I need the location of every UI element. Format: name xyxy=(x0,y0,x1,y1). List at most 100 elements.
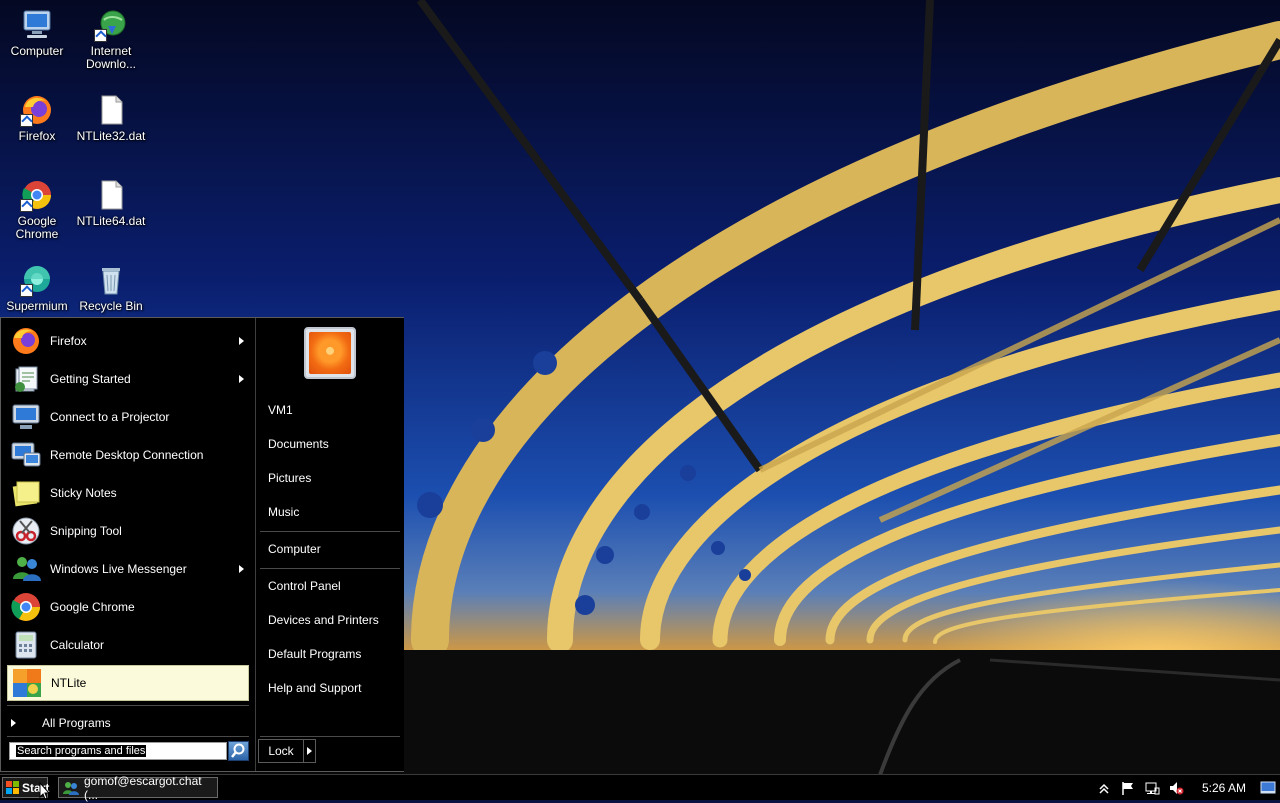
messenger-icon xyxy=(10,553,42,585)
place-music[interactable]: Music xyxy=(268,505,299,521)
start-menu-item-label: Firefox xyxy=(50,334,87,348)
search-button[interactable] xyxy=(228,741,249,761)
shortcut-arrow-icon xyxy=(20,114,33,127)
desktop-icon-label: NTLite32.dat xyxy=(76,129,146,143)
taskbar-clock[interactable]: 5:26 AM xyxy=(1202,781,1246,795)
start-menu-item-getting-started[interactable]: Getting Started xyxy=(7,361,249,397)
projector-icon xyxy=(10,401,42,433)
search-icon xyxy=(231,743,245,758)
all-programs-button[interactable]: All Programs xyxy=(11,714,111,732)
place-user-folder[interactable]: VM1 xyxy=(268,403,293,419)
shortcut-arrow-icon xyxy=(94,29,107,42)
divider xyxy=(260,531,400,532)
start-menu-item-google-chrome[interactable]: Google Chrome xyxy=(7,589,249,625)
place-computer[interactable]: Computer xyxy=(268,542,321,558)
desktop-icon-label: Google Chrome xyxy=(15,214,59,241)
desktop-icon-firefox[interactable]: Firefox xyxy=(1,93,73,143)
ntlite-icon xyxy=(11,667,43,699)
start-menu-item-label: Snipping Tool xyxy=(50,524,122,538)
start-menu-places-pane: VM1 Documents Pictures Music Computer Co… xyxy=(255,318,404,771)
search-placeholder: Search programs and files xyxy=(16,745,147,757)
task-label: gomof@escargot.chat (... xyxy=(84,773,202,802)
snipping-tool-icon xyxy=(10,515,42,547)
start-menu-item-label: Calculator xyxy=(50,638,105,652)
expand-arrow-icon xyxy=(11,719,16,727)
user-avatar[interactable] xyxy=(304,327,356,379)
start-menu-item-label: Remote Desktop Connection xyxy=(50,448,204,462)
start-menu: Firefox Getting Started Connect to a Pro… xyxy=(0,317,404,772)
flower-icon xyxy=(309,332,351,374)
start-menu-item-calculator[interactable]: Calculator xyxy=(7,627,249,663)
desktop-icon-google-chrome[interactable]: Google Chrome xyxy=(1,178,73,241)
start-menu-item-sticky-notes[interactable]: Sticky Notes xyxy=(7,475,249,511)
chevron-up-icon[interactable] xyxy=(1096,780,1112,796)
chrome-icon xyxy=(20,178,54,212)
shutdown-options-arrow-icon[interactable] xyxy=(307,747,312,755)
desktop-icon-label: Firefox xyxy=(18,129,56,143)
submenu-arrow-icon xyxy=(239,375,244,383)
submenu-arrow-icon xyxy=(239,337,244,345)
desktop-icon-label: Supermium xyxy=(6,299,68,313)
start-menu-item-ntlite[interactable]: NTLite xyxy=(7,665,249,701)
sticky-notes-icon xyxy=(10,477,42,509)
desktop-icon-label: Internet Downlo... xyxy=(85,44,137,71)
button-separator xyxy=(303,740,304,762)
desktop-icon-computer[interactable]: Computer xyxy=(1,8,73,58)
globe-download-icon xyxy=(94,8,128,42)
divider xyxy=(7,736,249,737)
divider xyxy=(260,568,400,569)
start-menu-item-label: Google Chrome xyxy=(50,600,135,614)
file-icon xyxy=(94,178,128,212)
supermium-icon xyxy=(20,263,54,297)
messenger-icon xyxy=(62,781,80,795)
calculator-icon xyxy=(10,629,42,661)
start-menu-item-windows-live-messenger[interactable]: Windows Live Messenger xyxy=(7,551,249,587)
lock-label: Lock xyxy=(268,744,294,758)
action-center-flag-icon[interactable] xyxy=(1120,780,1136,796)
place-documents[interactable]: Documents xyxy=(268,437,329,453)
start-menu-item-snipping-tool[interactable]: Snipping Tool xyxy=(7,513,249,549)
network-icon[interactable] xyxy=(1144,780,1160,796)
desktop-icon-label: Computer xyxy=(10,44,64,58)
file-icon xyxy=(94,93,128,127)
desktop-icon-recycle-bin[interactable]: Recycle Bin xyxy=(75,263,147,313)
chrome-icon xyxy=(10,591,42,623)
desktop-icon-label: NTLite64.dat xyxy=(76,214,146,228)
start-menu-programs-pane: Firefox Getting Started Connect to a Pro… xyxy=(1,318,255,771)
place-control-panel[interactable]: Control Panel xyxy=(268,579,341,595)
start-menu-item-remote-desktop-connection[interactable]: Remote Desktop Connection xyxy=(7,437,249,473)
start-menu-item-label: NTLite xyxy=(51,676,87,690)
volume-muted-icon[interactable] xyxy=(1168,780,1184,796)
recycle-bin-icon xyxy=(94,263,128,297)
start-menu-item-label: Getting Started xyxy=(50,372,131,386)
lock-button[interactable]: Lock xyxy=(258,739,316,763)
start-menu-item-label: Connect to a Projector xyxy=(50,410,170,424)
getting-started-icon xyxy=(10,363,42,395)
divider xyxy=(7,705,249,706)
place-devices-and-printers[interactable]: Devices and Printers xyxy=(268,613,379,629)
firefox-icon xyxy=(20,93,54,127)
shortcut-arrow-icon xyxy=(20,284,33,297)
show-desktop-icon[interactable] xyxy=(1260,780,1276,796)
start-menu-item-connect-to-projector[interactable]: Connect to a Projector xyxy=(7,399,249,435)
place-help-and-support[interactable]: Help and Support xyxy=(268,681,361,697)
desktop-icon-ntlite32-dat[interactable]: NTLite32.dat xyxy=(75,93,147,143)
shortcut-arrow-icon xyxy=(20,199,33,212)
desktop-icon-internet-download-manager[interactable]: Internet Downlo... xyxy=(75,8,147,71)
remote-desktop-icon xyxy=(10,439,42,471)
firefox-icon xyxy=(10,325,42,357)
place-pictures[interactable]: Pictures xyxy=(268,471,311,487)
desktop-icon-supermium[interactable]: Supermium xyxy=(1,263,73,313)
desktop-icon-ntlite64-dat[interactable]: NTLite64.dat xyxy=(75,178,147,228)
search-input[interactable]: Search programs and files xyxy=(9,742,227,760)
computer-icon xyxy=(20,8,54,42)
place-default-programs[interactable]: Default Programs xyxy=(268,647,361,663)
all-programs-label: All Programs xyxy=(42,716,111,730)
taskbar: Start gomof@escargot.chat (... 5:26 AM xyxy=(0,774,1280,802)
start-menu-item-label: Windows Live Messenger xyxy=(50,562,187,576)
start-menu-item-label: Sticky Notes xyxy=(50,486,117,500)
taskbar-button-messenger[interactable]: gomof@escargot.chat (... xyxy=(58,774,218,802)
start-menu-item-firefox[interactable]: Firefox xyxy=(7,323,249,359)
desktop-icon-label: Recycle Bin xyxy=(79,299,143,313)
submenu-arrow-icon xyxy=(239,565,244,573)
